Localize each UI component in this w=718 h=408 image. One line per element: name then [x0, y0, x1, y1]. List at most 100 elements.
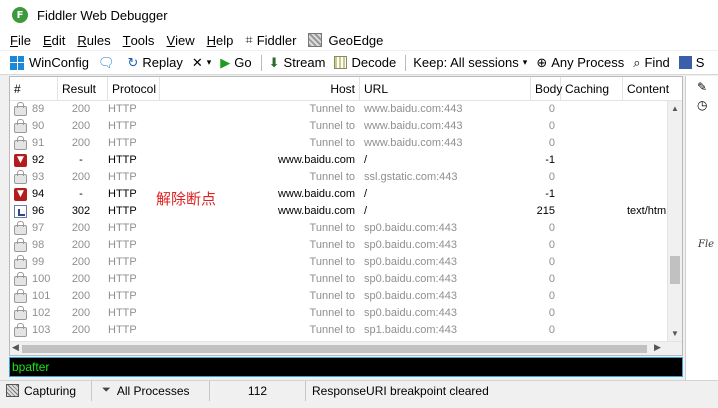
quickexec-input[interactable] [10, 358, 682, 376]
go-button[interactable]: ▶ Go [220, 55, 251, 71]
cell-protocol: HTTP [108, 103, 137, 115]
menu-rules[interactable]: Rules [77, 33, 110, 48]
timer-icon[interactable]: ◷ [697, 98, 711, 112]
table-row[interactable]: ▼ 92- HTTP www.baidu.com / -1 [10, 152, 667, 169]
table-row[interactable]: 97 200 HTTP Tunnel to sp0.baidu.com:443 0 [10, 220, 667, 237]
cell-content [627, 118, 667, 135]
decode-button[interactable]: Decode [334, 55, 396, 70]
table-row[interactable]: 91 200 HTTP Tunnel to www.baidu.com:443 0 [10, 135, 667, 152]
cell-body: 0 [548, 120, 555, 132]
table-row[interactable]: 98 200 HTTP Tunnel to sp0.baidu.com:443 0 [10, 237, 667, 254]
table-row[interactable]: 100 200 HTTP Tunnel to sp0.baidu.com:443 0 [10, 271, 667, 288]
col-header-host[interactable]: Host [160, 77, 360, 101]
table-row[interactable]: 103 200 HTTP Tunnel to sp1.baidu.com:443 0 [10, 322, 667, 339]
col-header-caching[interactable]: Caching [561, 77, 623, 101]
capturing-toggle[interactable]: Capturing [0, 380, 92, 401]
table-row[interactable]: 96 302 HTTP www.baidu.com/215 text/htm [10, 203, 667, 220]
table-row[interactable]: 89 200 HTTP Tunnel to www.baidu.com:443 0 [10, 101, 667, 118]
table-row[interactable]: 102 200 HTTP Tunnel to sp0.baidu.com:443 0 [10, 305, 667, 322]
cell-result: 200 [71, 324, 91, 336]
col-header-url[interactable]: URL [360, 77, 531, 101]
table-row[interactable]: 99 200 HTTP Tunnel to sp0.baidu.com:443 0 [10, 254, 667, 271]
cell-body: 0 [548, 273, 555, 285]
cell-result: 200 [71, 222, 91, 234]
scroll-down-icon[interactable]: ▼ [671, 329, 679, 338]
cell-host: Tunnel to [309, 307, 355, 319]
scroll-left-icon[interactable]: ◀ [12, 342, 19, 353]
edit-icon[interactable]: ✎ [697, 80, 711, 94]
menu-geoedge-label: GeoEdge [328, 32, 384, 48]
binoculars-icon: ⌕ [633, 54, 641, 70]
cell-body: 0 [548, 307, 555, 319]
cell-id: 101 [32, 290, 51, 302]
col-header-content[interactable]: Content [623, 77, 682, 101]
replay-button[interactable]: ↻ Replay [127, 55, 182, 71]
cell-protocol: HTTP [108, 137, 137, 149]
col-header-result[interactable]: Result [58, 77, 108, 101]
table-row[interactable]: 93 200 HTTP Tunnel to ssl.gstatic.com:443 0 [10, 169, 667, 186]
menu-edit[interactable]: Edit [43, 33, 65, 48]
chevron-down-icon: ▾ [522, 57, 528, 67]
menu-file[interactable]: File [10, 33, 31, 48]
cell-result: 200 [71, 103, 91, 115]
replay-icon: ↻ [127, 54, 139, 70]
menu-fiddler[interactable]: ⌗ Fiddler [245, 32, 296, 48]
horizontal-scroll-thumb[interactable] [22, 345, 647, 353]
remove-dropdown-icon: ▾ [206, 57, 212, 67]
winconfig-button[interactable]: WinConfig [10, 55, 89, 70]
comment-button[interactable]: 🗨 [98, 55, 119, 71]
stream-label: Stream [283, 55, 326, 70]
cell-id: 96 [32, 205, 45, 217]
vertical-scrollbar[interactable]: ▲ ▼ [667, 101, 682, 341]
table-row[interactable]: ▼ 94- HTTP www.baidu.com / -1 [10, 186, 667, 203]
save-button[interactable]: S [678, 55, 704, 70]
remove-button[interactable]: ✕ ▾ [192, 55, 211, 71]
menu-help-label: elp [216, 32, 234, 48]
find-label: Find [644, 55, 670, 70]
any-process-button[interactable]: ⊕ Any Process [536, 55, 624, 71]
menu-tools[interactable]: Tools [123, 33, 155, 48]
scroll-right-icon[interactable]: ▶ [654, 342, 661, 353]
cell-protocol: HTTP [108, 171, 137, 183]
cell-host: Tunnel to [309, 120, 355, 132]
cell-body: 0 [548, 137, 555, 149]
cell-content [627, 288, 667, 305]
cell-host: Tunnel to [309, 137, 355, 149]
col-header-body[interactable]: Body [531, 77, 562, 101]
find-button[interactable]: ⌕ Find [633, 55, 670, 71]
cell-body: 215 [536, 205, 555, 217]
cell-result: 200 [71, 171, 91, 183]
crosshair-icon: ⊕ [536, 54, 548, 70]
cell-body: -1 [545, 154, 555, 166]
menu-rules-label: ules [86, 32, 111, 48]
menu-view[interactable]: View [166, 33, 194, 48]
sessions-grid[interactable]: # Result Protocol Host URL Body Caching … [9, 76, 683, 356]
save-disk-icon [678, 56, 692, 69]
cell-result: 200 [71, 290, 91, 302]
stream-button[interactable]: ⬇ Stream [269, 55, 326, 71]
process-filter[interactable]: ⏷ All Processes [92, 380, 210, 401]
cell-id: 91 [32, 137, 45, 149]
cell-id: 90 [32, 120, 45, 132]
cell-content [627, 305, 667, 322]
col-header-protocol[interactable]: Protocol [108, 77, 160, 101]
cell-id: 92 [32, 154, 45, 166]
cell-content [627, 101, 667, 118]
menu-geoedge[interactable]: GeoEdge [308, 33, 383, 48]
cell-content [627, 237, 667, 254]
cell-body: 0 [548, 171, 555, 183]
horizontal-scrollbar[interactable]: ◀ ▶ [10, 341, 682, 355]
cell-host: Tunnel to [309, 171, 355, 183]
cell-result: 200 [71, 239, 91, 251]
cell-result: 200 [71, 120, 91, 132]
col-header-id[interactable]: # [10, 77, 58, 101]
go-play-icon: ▶ [220, 54, 231, 70]
menu-help[interactable]: Help [207, 33, 234, 48]
sessions-header: # Result Protocol Host URL Body Caching … [10, 77, 682, 101]
vertical-scroll-thumb[interactable] [670, 256, 680, 284]
scroll-up-icon[interactable]: ▲ [671, 104, 679, 113]
table-row[interactable]: 90 200 HTTP Tunnel to www.baidu.com:443 0 [10, 118, 667, 135]
keep-sessions-dropdown[interactable]: Keep: All sessions ▾ [413, 55, 527, 70]
table-row[interactable]: 101 200 HTTP Tunnel to sp0.baidu.com:443 0 [10, 288, 667, 305]
cell-content [627, 322, 667, 339]
